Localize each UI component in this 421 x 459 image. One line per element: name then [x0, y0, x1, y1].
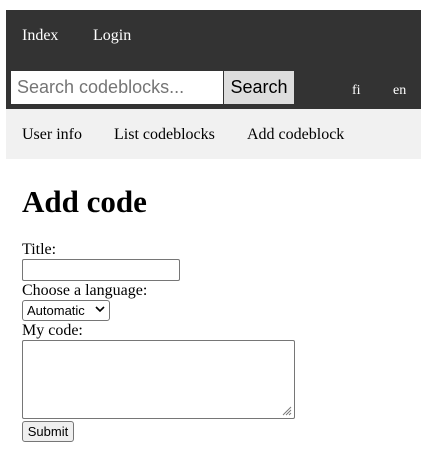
list-codeblocks-link[interactable]: List codeblocks — [114, 126, 215, 144]
search-input[interactable] — [11, 71, 223, 104]
language-en-link[interactable]: en — [393, 83, 406, 99]
resize-grip-icon[interactable] — [280, 404, 292, 416]
title-field[interactable] — [22, 259, 180, 281]
page-title: Add code — [22, 184, 147, 219]
chevron-down-icon — [95, 305, 105, 316]
code-label: My code: — [22, 322, 83, 339]
language-select[interactable]: Automatic — [22, 300, 110, 321]
language-select-value: Automatic — [27, 303, 85, 318]
title-label: Title: — [22, 241, 57, 258]
login-link[interactable]: Login — [93, 27, 131, 45]
user-info-link[interactable]: User info — [22, 126, 82, 144]
submit-button[interactable]: Submit — [22, 421, 74, 442]
language-label: Choose a language: — [22, 282, 148, 299]
secondary-navbar: User info List codeblocks Add codeblock — [6, 109, 421, 159]
code-textarea[interactable] — [22, 340, 295, 419]
add-codeblock-link[interactable]: Add codeblock — [247, 126, 344, 144]
index-link[interactable]: Index — [22, 27, 58, 45]
search-button[interactable]: Search — [224, 71, 294, 104]
language-fi-link[interactable]: fi — [352, 83, 361, 99]
